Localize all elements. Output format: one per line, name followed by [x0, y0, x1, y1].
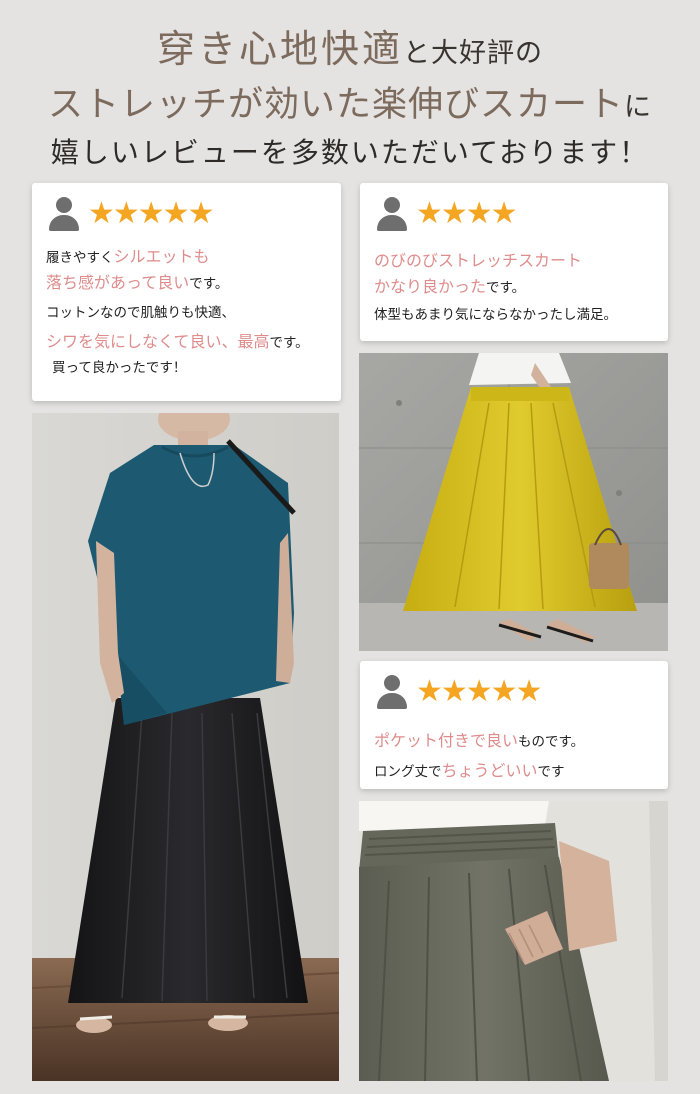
user-avatar-icon	[376, 197, 408, 231]
headline-line-3: 嬉しいレビューを多数いただいております！	[50, 136, 650, 169]
review-header: ★★★★★	[48, 196, 214, 231]
review-header: ★★★★	[376, 196, 518, 231]
photo-black-skirt	[32, 413, 339, 1081]
review-header: ★★★★★	[376, 674, 542, 709]
star-rating: ★★★★★	[88, 196, 214, 231]
star-rating: ★★★★★	[416, 674, 542, 709]
review-card-2: ★★★★ のびのびストレッチスカート かなり良かったです。 体型もあまり気になら…	[360, 183, 668, 341]
review-text: ポケット付きで良いものです。 ロング丈でちょうどいいです	[374, 731, 585, 780]
headline-stretch-skirt: ストレッチが効いた楽伸びスカート	[47, 85, 624, 125]
review-text: 履きやすくシルエットも 落ち感があって良いです。 コットンなので肌触りも快適、 …	[46, 247, 309, 376]
user-avatar-icon	[376, 675, 408, 709]
headline-popular: と大好評の	[403, 38, 543, 69]
review-card-1: ★★★★★ 履きやすくシルエットも 落ち感があって良いです。 コットンなので肌触…	[32, 183, 341, 401]
review-text: のびのびストレッチスカート かなり良かったです。 体型もあまり気にならなかったし…	[374, 251, 617, 323]
headline-ni: に	[624, 92, 652, 123]
headline-line-2: ストレッチが効いた楽伸びスカートに	[0, 76, 700, 127]
photo-yellow-skirt	[359, 353, 668, 651]
star-rating: ★★★★	[416, 196, 518, 231]
headline-line-1: 穿き心地快適と大好評の	[0, 18, 700, 73]
photo-khaki-skirt	[359, 801, 668, 1081]
review-card-3: ★★★★★ ポケット付きで良いものです。 ロング丈でちょうどいいです	[360, 661, 668, 789]
headline-comfort: 穿き心地快適	[156, 27, 403, 71]
user-avatar-icon	[48, 197, 80, 231]
